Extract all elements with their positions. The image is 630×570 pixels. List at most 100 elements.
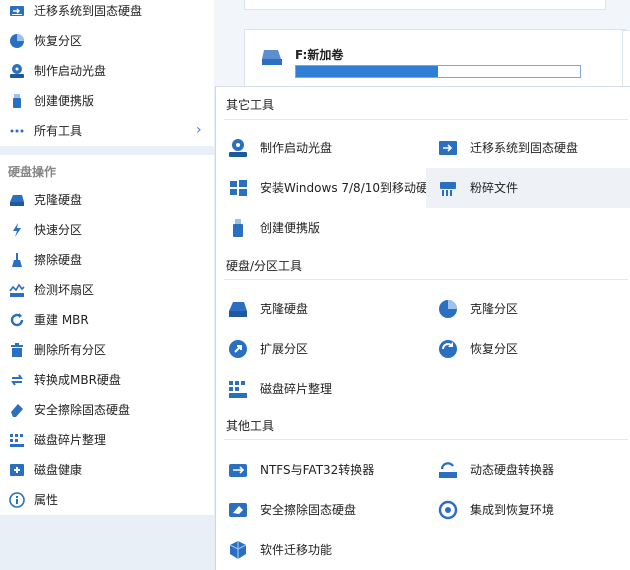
sidebar-item-delete-partitions[interactable]: 删除所有分区: [0, 337, 214, 363]
tool-label: 软件迁移功能: [260, 543, 333, 557]
drive-usage-fill: [296, 66, 438, 77]
sidebar-item-label: 克隆硬盘: [34, 193, 83, 207]
trash-icon: [11, 343, 23, 357]
tool-label: 迁移系统到固态硬盘: [470, 141, 579, 155]
sidebar-item-label: 磁盘健康: [34, 463, 83, 477]
recover-partition-icon: [10, 34, 24, 48]
sidebar: 迁移系统到固态硬盘 恢复分区 制作启动光盘 创建便携版 所有工具 › 硬盘操作 …: [0, 0, 214, 569]
tool-recover-partition[interactable]: 恢复分区: [426, 336, 630, 362]
section-title-other-tools: 其它工具: [226, 98, 275, 112]
drive-usage-bar: [295, 65, 581, 78]
divider: [224, 279, 628, 280]
tool-install-windows[interactable]: 安装Windows 7/8/10到移动硬盘: [216, 175, 440, 201]
sidebar-item-label: 属性: [34, 493, 59, 507]
disk-ops-title: 硬盘操作: [8, 165, 57, 179]
tool-label: 制作启动光盘: [260, 141, 333, 155]
sidebar-item-label: 恢复分区: [34, 34, 83, 48]
boot-disc-icon: [229, 139, 247, 157]
tool-extend-partition[interactable]: 扩展分区: [216, 336, 421, 362]
tool-label: 克隆硬盘: [260, 302, 309, 316]
tool-label: 粉碎文件: [470, 181, 519, 195]
sidebar-item-label: 重建 MBR: [34, 313, 89, 327]
sidebar-item-convert-mbr[interactable]: 转换成MBR硬盘: [0, 367, 214, 393]
usb-icon: [13, 94, 21, 108]
tool-label: 安全擦除固态硬盘: [260, 503, 357, 517]
convert-icon: [11, 374, 23, 386]
divider: [224, 439, 628, 440]
tool-label: 创建便携版: [260, 221, 321, 235]
sidebar-item-label: 转换成MBR硬盘: [34, 373, 121, 387]
tool-portable[interactable]: 创建便携版: [216, 215, 421, 241]
clone-disk-icon: [10, 195, 24, 206]
health-icon: [10, 464, 24, 476]
dynamic-disk-icon: [439, 462, 457, 478]
convert-fs-icon: [229, 464, 247, 477]
sidebar-item-quick-partition[interactable]: 快速分区: [0, 217, 214, 243]
migrate-icon: [439, 141, 457, 155]
info-icon: [9, 492, 25, 508]
sidebar-item-properties[interactable]: 属性: [0, 487, 214, 513]
sidebar-quick-block: 迁移系统到固态硬盘 恢复分区 制作启动光盘 创建便携版 所有工具 ›: [0, 0, 214, 146]
tool-label: 磁盘碎片整理: [260, 382, 333, 396]
tool-boot-disc[interactable]: 制作启动光盘: [216, 135, 421, 161]
drive-name: F:新加卷: [295, 48, 344, 62]
recover-partition-icon: [439, 340, 457, 358]
tool-shred-files[interactable]: 粉碎文件: [426, 168, 630, 208]
tool-dynamic-disk[interactable]: 动态硬盘转换器: [426, 457, 630, 483]
sidebar-item-migrate[interactable]: 迁移系统到固态硬盘: [0, 0, 214, 24]
sidebar-item-ssd-erase[interactable]: 安全擦除固态硬盘: [0, 397, 214, 423]
extend-partition-icon: [229, 340, 247, 358]
sidebar-item-boot-disc[interactable]: 制作启动光盘: [0, 58, 214, 84]
tool-defrag[interactable]: 磁盘碎片整理: [216, 376, 421, 402]
sidebar-item-clone-disk[interactable]: 克隆硬盘: [0, 187, 214, 213]
rebuild-icon: [10, 313, 24, 327]
defrag-icon: [10, 434, 24, 447]
partition-card[interactable]: [244, 0, 606, 10]
sidebar-item-wipe-disk[interactable]: 擦除硬盘: [0, 247, 214, 273]
tool-ntfs-fat32[interactable]: NTFS与FAT32转换器: [216, 457, 421, 483]
sidebar-item-rebuild-mbr[interactable]: 重建 MBR: [0, 307, 214, 333]
tool-migrate-os[interactable]: 迁移系统到固态硬盘: [426, 135, 630, 161]
sidebar-item-bad-sector[interactable]: 检测坏扇区: [0, 277, 214, 303]
windows-logo-icon: [230, 180, 247, 196]
recovery-env-icon: [438, 500, 458, 520]
migrate-icon: [10, 6, 24, 16]
sidebar-item-all-tools[interactable]: 所有工具 ›: [0, 118, 214, 144]
section-title-other-tools-2: 其他工具: [226, 419, 275, 433]
drive-icon: [262, 50, 282, 65]
sidebar-item-label: 删除所有分区: [34, 343, 107, 357]
main-area: F:新加卷: [214, 0, 630, 101]
shred-icon: [440, 182, 456, 196]
tool-label: 安装Windows 7/8/10到移动硬盘: [260, 181, 441, 195]
usb-icon: [233, 219, 243, 237]
tool-clone-partition[interactable]: 克隆分区: [426, 296, 630, 322]
eraser-icon: [11, 404, 23, 417]
sidebar-item-disk-health[interactable]: 磁盘健康: [0, 457, 214, 483]
tool-ssd-erase[interactable]: 安全擦除固态硬盘: [216, 497, 421, 523]
tool-label: 克隆分区: [470, 302, 519, 316]
divider: [224, 119, 628, 120]
sidebar-item-recover-partition[interactable]: 恢复分区: [0, 28, 214, 54]
tool-label: 集成到恢复环境: [470, 503, 555, 517]
sidebar-item-label: 迁移系统到固态硬盘: [34, 4, 143, 18]
tool-label: 动态硬盘转换器: [470, 463, 555, 477]
clone-disk-icon: [229, 302, 247, 317]
chevron-right-icon: ›: [196, 122, 202, 138]
section-title-disk-tools: 硬盘/分区工具: [226, 259, 303, 273]
sidebar-item-label: 擦除硬盘: [34, 253, 83, 267]
tool-label: NTFS与FAT32转换器: [260, 463, 375, 477]
partition-card-partial[interactable]: [622, 30, 630, 92]
sidebar-item-label: 所有工具: [34, 124, 83, 138]
all-tools-panel: 其它工具 制作启动光盘 迁移系统到固态硬盘 安装Windows 7/8/10到移…: [215, 86, 630, 570]
tool-clone-disk[interactable]: 克隆硬盘: [216, 296, 421, 322]
tool-integrate-recovery[interactable]: 集成到恢复环境: [426, 497, 630, 523]
sidebar-item-label: 制作启动光盘: [34, 64, 107, 78]
lightning-icon: [13, 223, 21, 237]
tool-app-migrate[interactable]: 软件迁移功能: [216, 537, 421, 563]
clone-partition-icon: [439, 300, 457, 318]
sidebar-item-portable[interactable]: 创建便携版: [0, 88, 214, 114]
sidebar-item-label: 检测坏扇区: [34, 283, 95, 297]
sidebar-item-defrag[interactable]: 磁盘碎片整理: [0, 427, 214, 453]
tool-label: 扩展分区: [260, 342, 309, 356]
boot-disc-icon: [10, 64, 24, 78]
